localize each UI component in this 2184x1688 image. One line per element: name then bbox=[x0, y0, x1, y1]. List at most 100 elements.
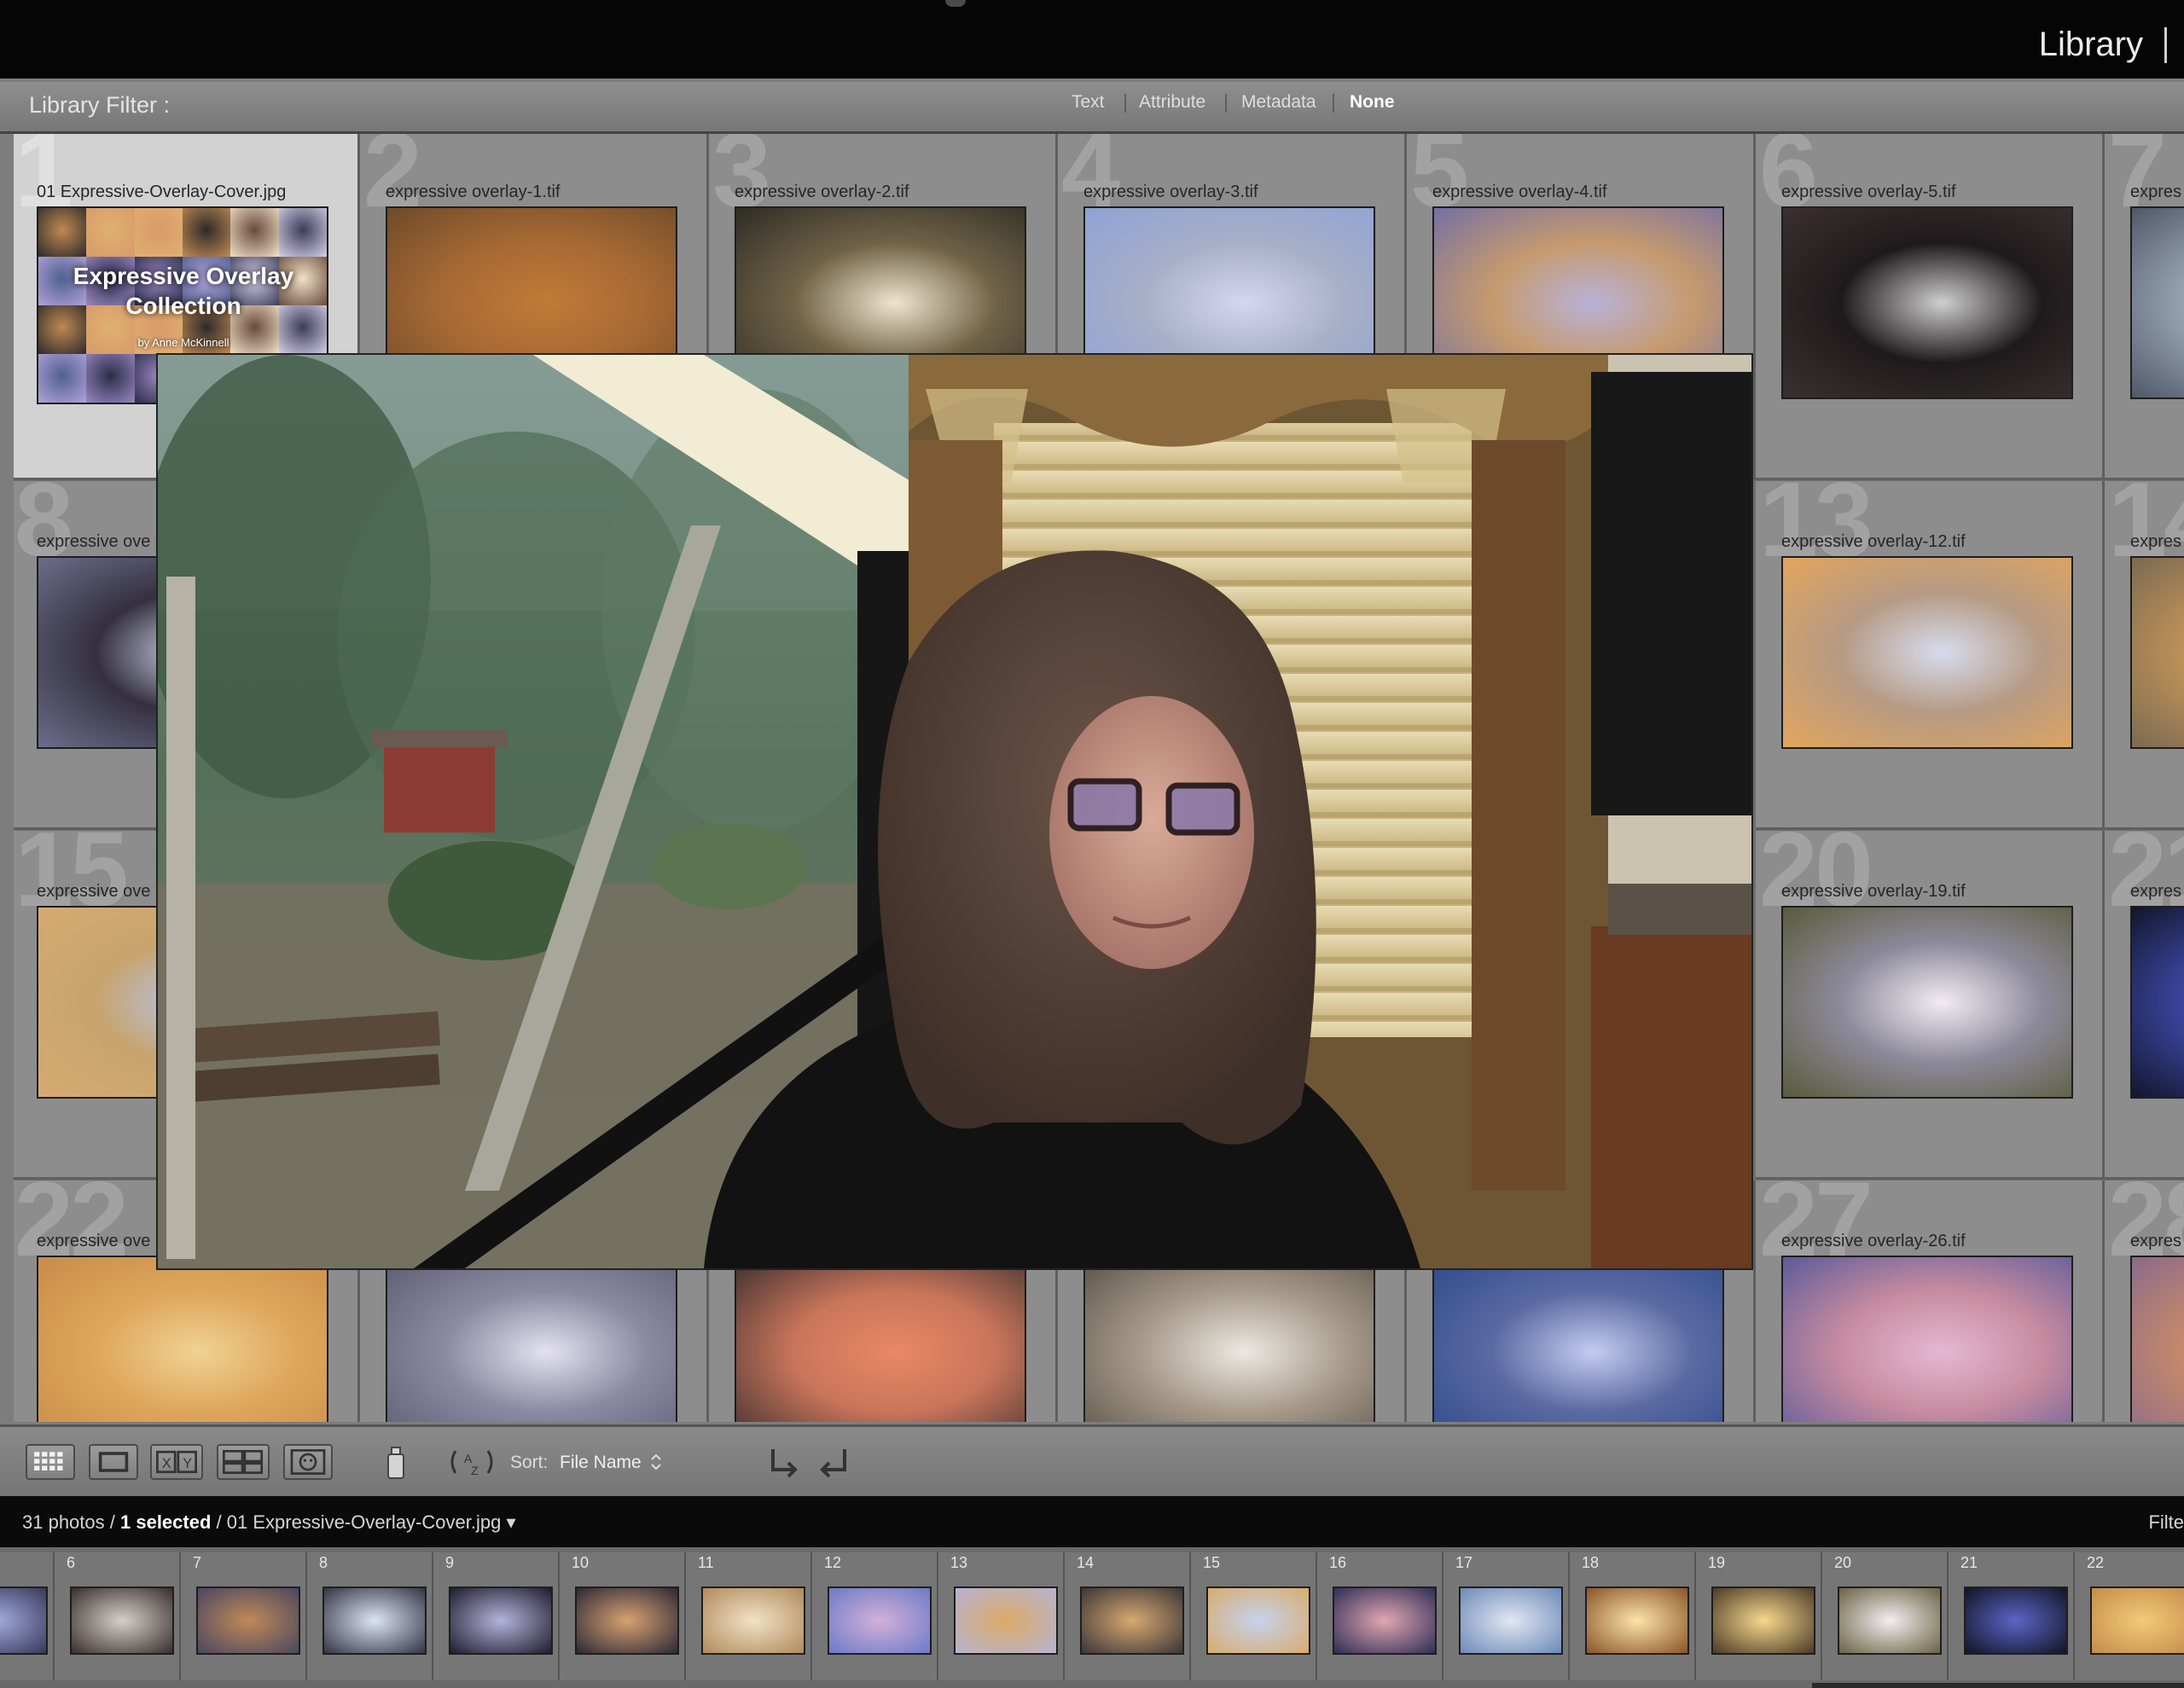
filmstrip-cell[interactable]: 21 bbox=[1949, 1552, 2075, 1680]
people-view-icon bbox=[290, 1449, 326, 1475]
filter-tab-none[interactable]: None bbox=[1350, 92, 1395, 113]
photo-thumbnail[interactable] bbox=[1781, 906, 2073, 1099]
grid-view-button[interactable] bbox=[26, 1444, 75, 1480]
selected-filename: / 01 Expressive-Overlay-Cover.jpg bbox=[216, 1511, 502, 1533]
filmstrip-thumbnail[interactable] bbox=[1585, 1586, 1689, 1655]
filmstrip-index: 12 bbox=[824, 1554, 842, 1571]
sort-select-stepper[interactable] bbox=[648, 1444, 664, 1480]
grid-cell[interactable]: 20 expressive overlay-19.tif bbox=[1756, 831, 2105, 1180]
filmstrip-thumbnail[interactable] bbox=[449, 1586, 553, 1655]
filmstrip-index: 21 bbox=[1960, 1554, 1978, 1571]
filmstrip-thumbnail[interactable] bbox=[828, 1586, 932, 1655]
filmstrip-cell[interactable]: 15 bbox=[1191, 1552, 1317, 1680]
painter-button[interactable] bbox=[379, 1444, 413, 1480]
photo-thumbnail[interactable] bbox=[2130, 906, 2184, 1099]
module-divider bbox=[2164, 27, 2167, 63]
filmstrip-index: 11 bbox=[698, 1554, 714, 1571]
sort-select[interactable]: File Name bbox=[560, 1453, 642, 1473]
filmstrip-thumbnail[interactable] bbox=[1206, 1586, 1310, 1655]
filmstrip-cell[interactable]: 20 bbox=[1822, 1552, 1949, 1680]
filmstrip-cell[interactable] bbox=[0, 1552, 55, 1680]
filmstrip-thumbnail[interactable] bbox=[575, 1586, 679, 1655]
rotate-right-button[interactable] bbox=[814, 1444, 851, 1480]
people-view-button[interactable] bbox=[283, 1444, 333, 1480]
filmstrip-cell[interactable]: 7 bbox=[181, 1552, 307, 1680]
grid-cell[interactable]: 7 expres bbox=[2105, 134, 2184, 480]
filmstrip-index: 7 bbox=[193, 1554, 202, 1571]
filmstrip-cell[interactable]: 6 bbox=[55, 1552, 181, 1680]
filter-tab-text[interactable]: Text bbox=[1072, 92, 1105, 113]
filmstrip-thumbnail[interactable] bbox=[322, 1586, 427, 1655]
cell-filename: 01 Expressive-Overlay-Cover.jpg bbox=[37, 183, 287, 201]
filmstrip-thumbnail[interactable] bbox=[1711, 1586, 1815, 1655]
filter-tab-metadata[interactable]: Metadata bbox=[1241, 92, 1316, 113]
cell-filename: expres bbox=[2130, 1232, 2182, 1250]
filmstrip-thumbnail[interactable] bbox=[2090, 1586, 2184, 1655]
photo-thumbnail[interactable] bbox=[386, 1256, 677, 1422]
rotate-right-icon bbox=[820, 1449, 846, 1478]
library-filter-bar: Library Filter : Text Attribute Metadata… bbox=[0, 82, 2184, 134]
filmstrip-thumbnail[interactable] bbox=[1838, 1586, 1942, 1655]
filmstrip-cell[interactable]: 11 bbox=[686, 1552, 812, 1680]
filmstrip-thumbnail[interactable] bbox=[1333, 1586, 1437, 1655]
photo-thumbnail[interactable] bbox=[2130, 1256, 2184, 1422]
webcam-presenter-image bbox=[158, 355, 1751, 1268]
filmstrip-thumbnail[interactable] bbox=[954, 1586, 1058, 1655]
filmstrip-index: 18 bbox=[1582, 1554, 1600, 1571]
filmstrip-cell[interactable]: 22 bbox=[2075, 1552, 2184, 1680]
grid-cell[interactable]: 6 expressive overlay-5.tif bbox=[1756, 134, 2105, 480]
filmstrip-index: 17 bbox=[1455, 1554, 1473, 1571]
filmstrip-cell[interactable]: 14 bbox=[1065, 1552, 1191, 1680]
filmstrip-thumbnail[interactable] bbox=[0, 1586, 48, 1655]
filmstrip-cell[interactable]: 19 bbox=[1696, 1552, 1822, 1680]
cell-filename: expressive overlay-1.tif bbox=[386, 183, 561, 201]
grid-cell[interactable]: 21expres bbox=[2105, 831, 2184, 1180]
svg-text:X: X bbox=[162, 1456, 171, 1471]
grid-cell[interactable]: 28expres bbox=[2105, 1180, 2184, 1422]
survey-view-icon bbox=[223, 1449, 264, 1475]
filmstrip-thumbnail[interactable] bbox=[1080, 1586, 1184, 1655]
filmstrip-cell[interactable]: 12 bbox=[812, 1552, 938, 1680]
selection-status[interactable]: 31 photos / 1 selected / 01 Expressive-O… bbox=[22, 1511, 516, 1534]
photo-thumbnail[interactable] bbox=[1781, 556, 2073, 749]
filter-separator bbox=[1333, 94, 1334, 113]
filmstrip-cell[interactable]: 10 bbox=[560, 1552, 686, 1680]
grid-cell[interactable]: 14expres bbox=[2105, 481, 2184, 830]
filmstrip-cell[interactable]: 16 bbox=[1317, 1552, 1443, 1680]
rotate-left-button[interactable] bbox=[766, 1444, 804, 1480]
filmstrip-thumbnail[interactable] bbox=[701, 1586, 805, 1655]
filmstrip-cell[interactable]: 13 bbox=[938, 1552, 1065, 1680]
cell-filename: expressive overlay-19.tif bbox=[1781, 882, 1966, 901]
loupe-view-button[interactable] bbox=[89, 1444, 138, 1480]
grid-cell[interactable]: 13 expressive overlay-12.tif bbox=[1756, 481, 2105, 830]
filmstrip-cell[interactable]: 17 bbox=[1443, 1552, 1570, 1680]
photo-thumbnail[interactable] bbox=[1083, 1256, 1375, 1422]
filmstrip-filter-label[interactable]: Filte bbox=[2148, 1511, 2184, 1534]
photo-thumbnail[interactable] bbox=[1432, 1256, 1724, 1422]
filmstrip-index: 10 bbox=[572, 1554, 590, 1571]
photo-thumbnail[interactable] bbox=[1781, 1256, 2073, 1422]
filmstrip-index: 20 bbox=[1834, 1554, 1852, 1571]
survey-view-button[interactable] bbox=[217, 1444, 270, 1480]
sort-direction-button[interactable]: A Z bbox=[445, 1444, 498, 1480]
filmstrip-thumbnail[interactable] bbox=[196, 1586, 300, 1655]
grid-cell[interactable]: 27 expressive overlay-26.tif bbox=[1756, 1180, 2105, 1422]
filmstrip-cell[interactable]: 9 bbox=[433, 1552, 560, 1680]
cell-filename: expressive overlay-3.tif bbox=[1083, 183, 1258, 201]
photo-thumbnail[interactable] bbox=[735, 1256, 1026, 1422]
photo-thumbnail[interactable] bbox=[1781, 206, 2073, 399]
filmstrip-thumbnail[interactable] bbox=[70, 1586, 174, 1655]
photo-thumbnail[interactable] bbox=[2130, 556, 2184, 749]
selected-count: 1 selected bbox=[120, 1511, 212, 1533]
filmstrip-scrollbar[interactable] bbox=[1812, 1683, 2184, 1688]
photo-thumbnail[interactable] bbox=[2130, 206, 2184, 399]
filmstrip-cell[interactable]: 18 bbox=[1570, 1552, 1696, 1680]
filmstrip-thumbnail[interactable] bbox=[1964, 1586, 2068, 1655]
filter-tab-attribute[interactable]: Attribute bbox=[1139, 92, 1205, 113]
filmstrip-thumbnail[interactable] bbox=[1459, 1586, 1563, 1655]
photo-thumbnail[interactable] bbox=[37, 1256, 328, 1422]
compare-view-button[interactable]: X Y bbox=[150, 1444, 203, 1480]
filmstrip-cell[interactable]: 8 bbox=[307, 1552, 433, 1680]
panel-toggle-notch[interactable] bbox=[945, 0, 966, 7]
module-library-label[interactable]: Library bbox=[2039, 26, 2143, 64]
